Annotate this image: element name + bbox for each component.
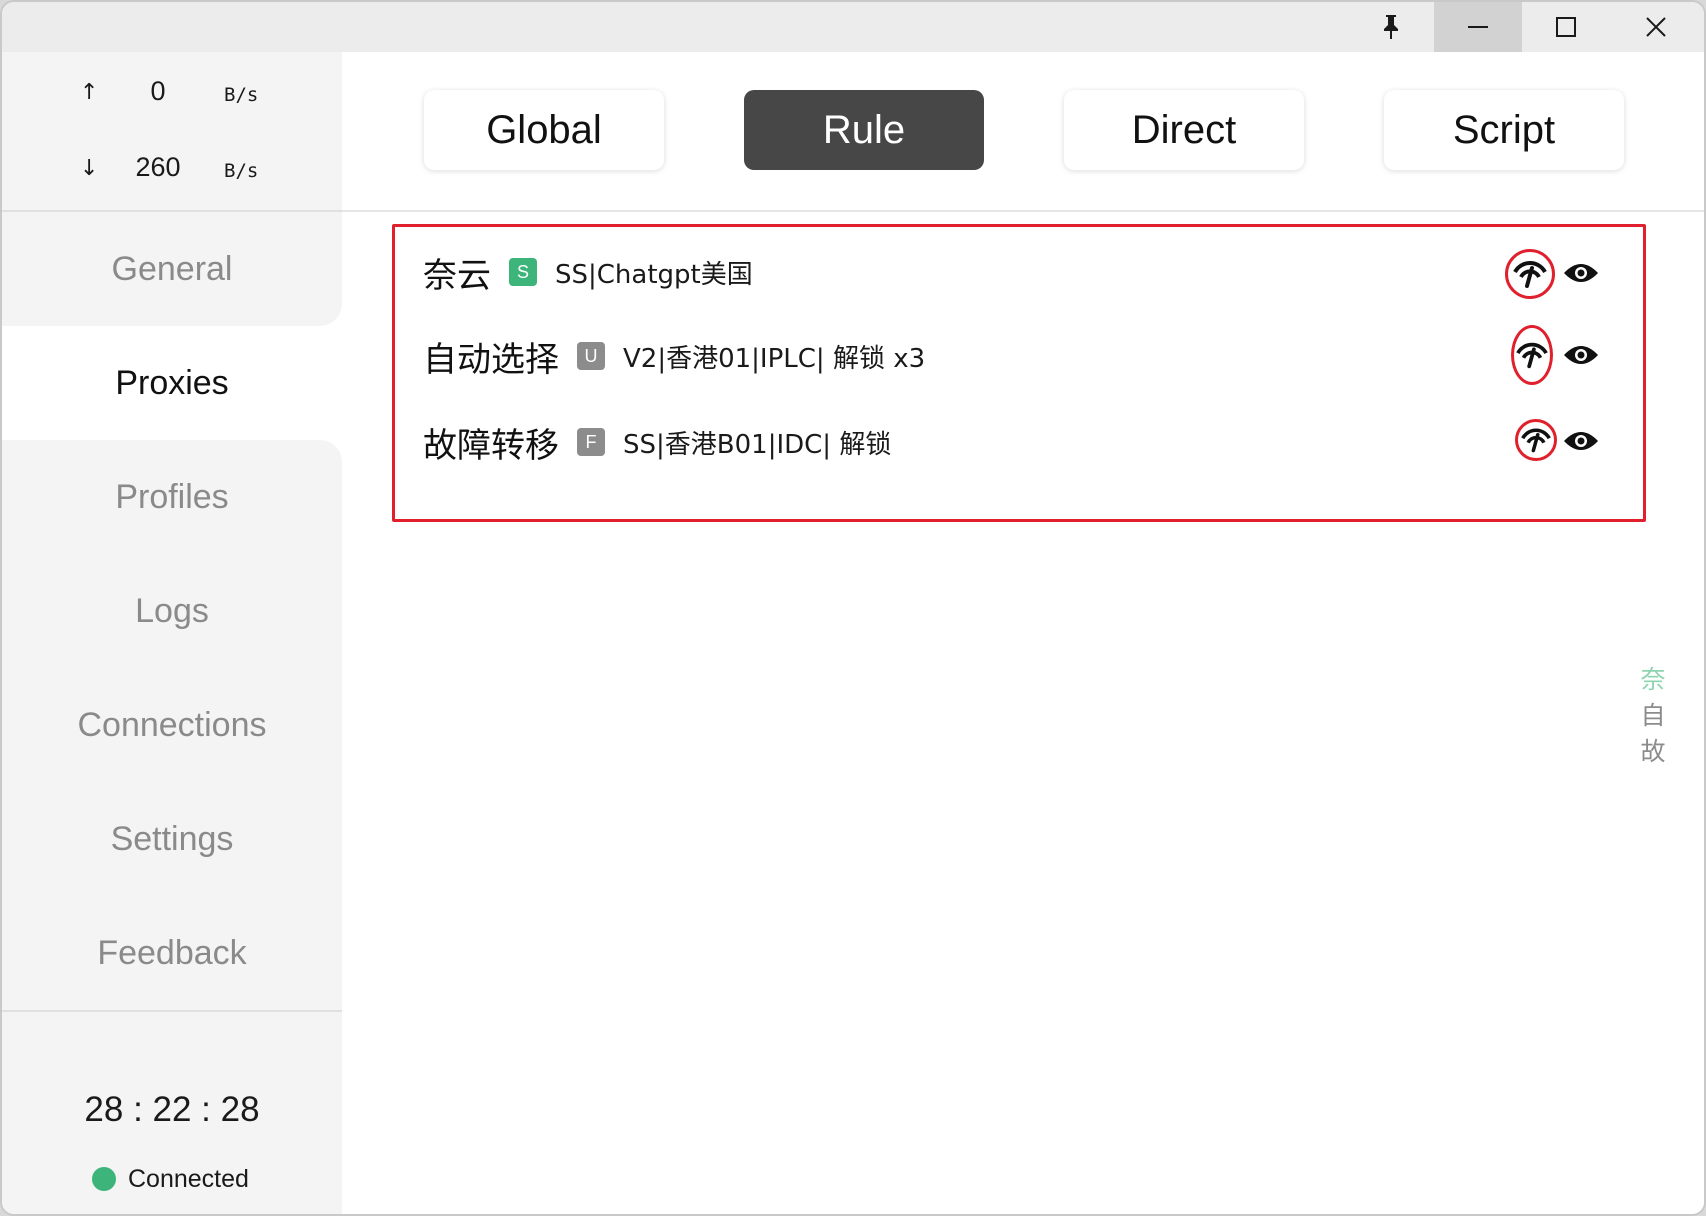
sidebar-item-connections[interactable]: Connections [2,668,342,782]
pin-icon [1384,15,1398,39]
sidebar-item-feedback[interactable]: Feedback [2,896,342,1010]
mode-direct-button[interactable]: Direct [1064,90,1304,170]
eye-icon [1564,432,1598,450]
group-name: 故障转移 [423,425,559,466]
index-item[interactable]: 奈 [1640,662,1665,698]
mode-rule-button[interactable]: Rule [744,90,984,170]
speed-test-icon [1521,428,1551,453]
main-divider [342,210,1704,212]
group-type-badge: F [577,428,605,456]
latency-test-button[interactable] [1515,419,1557,461]
maximize-button[interactable] [1522,2,1610,52]
group-name: 奈云 [423,255,491,296]
index-item[interactable]: 故 [1640,734,1665,770]
mode-script-button[interactable]: Script [1384,90,1624,170]
view-group-button[interactable] [1557,331,1605,379]
sidebar-item-settings[interactable]: Settings [2,782,342,896]
sidebar: ↑ 0 B/s ↓ 260 B/s General Proxies Profil… [2,52,342,1214]
sidebar-nav: General Proxies Profiles Logs Connection… [2,212,342,1010]
minimize-button[interactable] [1434,2,1522,52]
proxy-groups-list: 奈云 S SS|Chatgpt美国 自动选择 U V2|香港01|IPLC| 解… [392,224,1646,522]
speed-test-icon [1513,261,1547,288]
sidebar-item-general[interactable]: General [2,212,342,326]
sidebar-item-label: Connections [77,705,267,744]
proxy-group-row[interactable]: 故障转移 F SS|香港B01|IDC| 解锁 [423,417,1623,467]
minimize-icon [1468,26,1488,28]
connection-status: Connected [92,1162,249,1196]
sidebar-item-label: Proxies [115,363,229,402]
speed-test-icon [1516,342,1548,369]
sidebar-item-profiles[interactable]: Profiles [2,440,342,554]
traffic-monitor: ↑ 0 B/s ↓ 260 B/s [2,52,342,210]
group-quick-index: 奈 自 故 [1638,662,1668,770]
upload-arrow-icon: ↑ [80,80,99,105]
sidebar-divider-bottom [2,1010,342,1012]
proxy-mode-selector: Global Rule Direct Script [342,52,1704,210]
main-panel: Global Rule Direct Script 奈云 S SS|Chatgp… [342,52,1704,1214]
app-window: ↑ 0 B/s ↓ 260 B/s General Proxies Profil… [0,0,1706,1216]
mode-global-button[interactable]: Global [424,90,664,170]
download-unit: B/s [224,160,259,182]
upload-speed: ↑ 0 B/s [2,74,342,114]
proxy-group-row[interactable]: 奈云 S SS|Chatgpt美国 [423,247,1623,297]
view-group-button[interactable] [1557,417,1605,465]
download-arrow-icon: ↓ [80,156,99,181]
sidebar-item-label: Profiles [115,477,229,516]
sidebar-item-label: Settings [110,819,234,858]
view-group-button[interactable] [1557,249,1605,297]
latency-test-button[interactable] [1505,249,1555,299]
group-type-badge: S [509,258,537,286]
title-bar [2,2,1704,52]
upload-unit: B/s [224,84,259,106]
group-selected-proxy: V2|香港01|IPLC| 解锁 x3 [623,343,926,374]
upload-value: 0 [150,76,166,106]
eye-icon [1564,264,1598,282]
sidebar-item-label: Feedback [97,933,247,972]
eye-icon [1564,346,1598,364]
maximize-icon [1556,17,1576,37]
uptime-clock: 28 : 22 : 28 [84,1090,260,1129]
group-type-badge: U [577,342,605,370]
pin-button[interactable] [1348,2,1434,52]
proxy-group-row[interactable]: 自动选择 U V2|香港01|IPLC| 解锁 x3 [423,331,1623,381]
latency-test-button[interactable] [1511,325,1553,385]
sidebar-item-proxies[interactable]: Proxies [2,326,342,440]
close-icon [1646,17,1666,37]
download-speed: ↓ 260 B/s [2,150,342,190]
index-item[interactable]: 自 [1640,698,1665,734]
download-value: 260 [135,152,181,182]
close-button[interactable] [1612,2,1700,52]
status-label: Connected [128,1164,249,1193]
sidebar-item-logs[interactable]: Logs [2,554,342,668]
sidebar-item-label: Logs [135,591,209,630]
group-name: 自动选择 [423,339,559,380]
group-selected-proxy: SS|香港B01|IDC| 解锁 [623,429,892,460]
group-selected-proxy: SS|Chatgpt美国 [555,259,753,290]
status-dot-icon [92,1167,116,1191]
sidebar-item-label: General [111,249,233,288]
